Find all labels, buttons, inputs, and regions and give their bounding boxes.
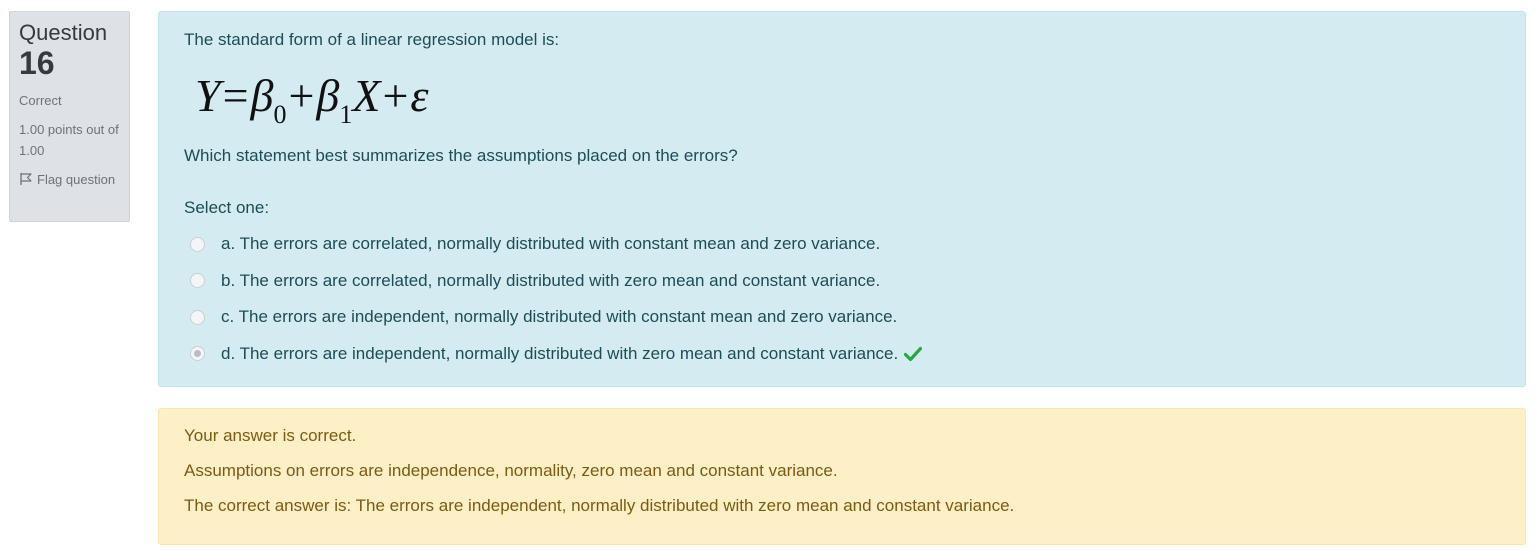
feedback-right-answer: The correct answer is: The errors are in… [184,496,1015,515]
answer-radio-c[interactable] [190,309,205,325]
formula-x: X [352,70,381,121]
answer-label-d[interactable]: d. The errors are independent, normally … [221,344,898,364]
question-label: Question [19,20,108,45]
flag-icon [20,173,32,185]
answer-label-b[interactable]: b. The errors are correlated, normally d… [221,271,880,291]
feedback-result: Your answer is correct. [184,426,357,445]
question-intro-text: The standard form of a linear regression… [184,30,560,49]
answer-option-c[interactable]: c. The errors are independent, normally … [190,299,922,336]
formula-sub-0: 0 [273,100,287,129]
answer-label-a[interactable]: a. The errors are correlated, normally d… [221,234,880,254]
formula-equals: = [222,70,249,121]
question-grade: 1.00 points out of 1.00 [19,122,119,158]
answer-radio-b[interactable] [190,273,205,289]
answer-option-b[interactable]: b. The errors are correlated, normally d… [190,263,922,300]
regression-formula: Y=β0+β1X+ε [195,68,429,128]
formula-plus-2: + [382,70,409,121]
formula-sub-1: 1 [339,100,353,129]
flag-question-button[interactable]: Flag question [19,169,120,190]
formula-beta-1: β [316,70,340,121]
formula-y: Y [195,70,221,121]
answer-label-c[interactable]: c. The errors are independent, normally … [221,307,897,327]
question-state: Correct [19,93,62,108]
select-one-prompt: Select one: [184,198,270,217]
formula-beta-0: β [250,70,274,121]
question-info-panel: Question 16 Correct 1.00 points out of 1… [9,11,130,222]
formula-plus-1: + [288,70,315,121]
answer-option-a[interactable]: a. The errors are correlated, normally d… [190,226,922,263]
formula-epsilon: ε [410,70,429,121]
flag-question-label: Flag question [37,172,116,187]
check-icon [904,346,923,361]
question-text: Which statement best summarizes the assu… [184,146,738,165]
answer-option-d[interactable]: d. The errors are independent, normally … [190,336,923,373]
answer-radio-d[interactable] [190,346,205,362]
answer-radio-a[interactable] [190,236,205,252]
question-content-panel: The standard form of a linear regression… [158,11,1526,387]
feedback-general: Assumptions on errors are independence, … [184,461,838,480]
question-number: 16 [19,45,55,81]
answer-list: a. The errors are correlated, normally d… [190,226,923,373]
feedback-panel: Your answer is correct. Assumptions on e… [158,408,1526,545]
